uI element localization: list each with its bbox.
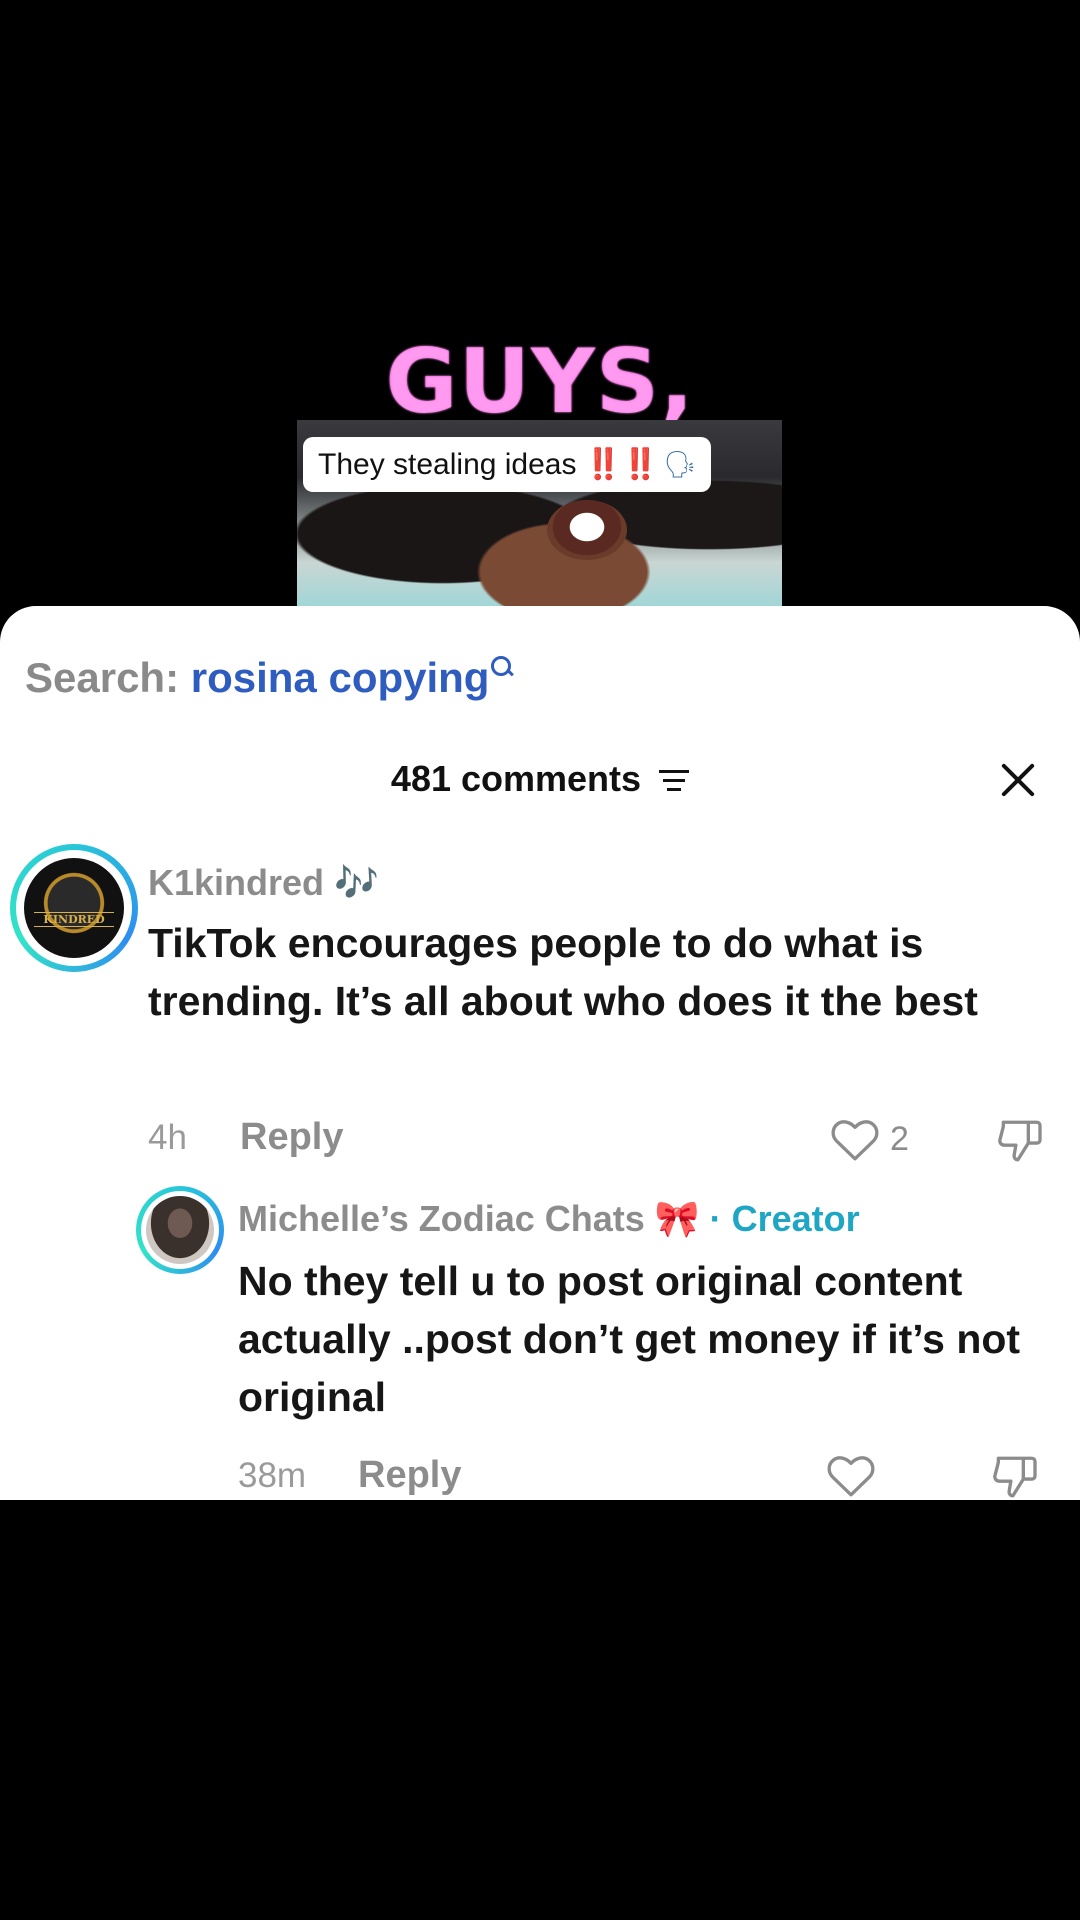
speaking-head-icon: 🗣 <box>663 449 697 479</box>
heart-icon[interactable] <box>830 1116 880 1162</box>
creator-badge: · Creator <box>709 1198 860 1239</box>
avatar[interactable] <box>136 1186 224 1274</box>
search-label: Search: <box>25 654 180 701</box>
music-notes-icon: 🎶 <box>334 862 379 903</box>
dislike-icon[interactable] <box>995 1116 1045 1166</box>
search-icon <box>491 656 513 678</box>
comment-username[interactable]: Michelle’s Zodiac Chats 🎀 · Creator <box>238 1198 860 1240</box>
avatar[interactable]: KINDRED <box>10 844 138 972</box>
video-face-shape <box>547 500 627 560</box>
bottom-area <box>0 1500 1080 1920</box>
comment-time: 4h <box>148 1118 187 1157</box>
search-query[interactable]: rosina copying <box>191 654 490 701</box>
close-icon[interactable] <box>994 756 1042 804</box>
comment-username[interactable]: K1kindred 🎶 <box>148 862 379 904</box>
caption-text: They stealing ideas <box>318 447 577 481</box>
like-count: 2 <box>890 1120 909 1158</box>
comment-text: No they tell u to post original content … <box>238 1258 1021 1420</box>
avatar-badge: KINDRED <box>34 912 114 927</box>
ribbon-icon: 🎀 <box>654 1198 700 1239</box>
caption-exclamations: ‼️‼️ <box>584 448 660 481</box>
comments-header: 481 comments <box>0 758 1080 800</box>
video-caption: They stealing ideas ‼️‼️ 🗣 <box>303 437 712 492</box>
reply-button[interactable]: Reply <box>358 1454 461 1497</box>
video-player[interactable]: GUYS, They stealing ideas ‼️‼️ 🗣 <box>0 0 1080 610</box>
comments-count: 481 comments <box>390 758 642 799</box>
comment-time: 38m <box>238 1456 307 1495</box>
heart-icon[interactable] <box>826 1452 876 1498</box>
dislike-icon[interactable] <box>990 1452 1040 1500</box>
reply-button[interactable]: Reply <box>240 1116 343 1159</box>
search-suggestion[interactable]: Search: rosina copying <box>25 654 513 702</box>
filter-icon[interactable] <box>659 770 690 792</box>
comment-text: TikTok encourages people to do what is t… <box>148 920 978 1024</box>
comments-sheet: Search: rosina copying 481 comments KIND… <box>0 606 1080 1500</box>
video-overlay-title: GUYS, <box>0 330 1080 433</box>
